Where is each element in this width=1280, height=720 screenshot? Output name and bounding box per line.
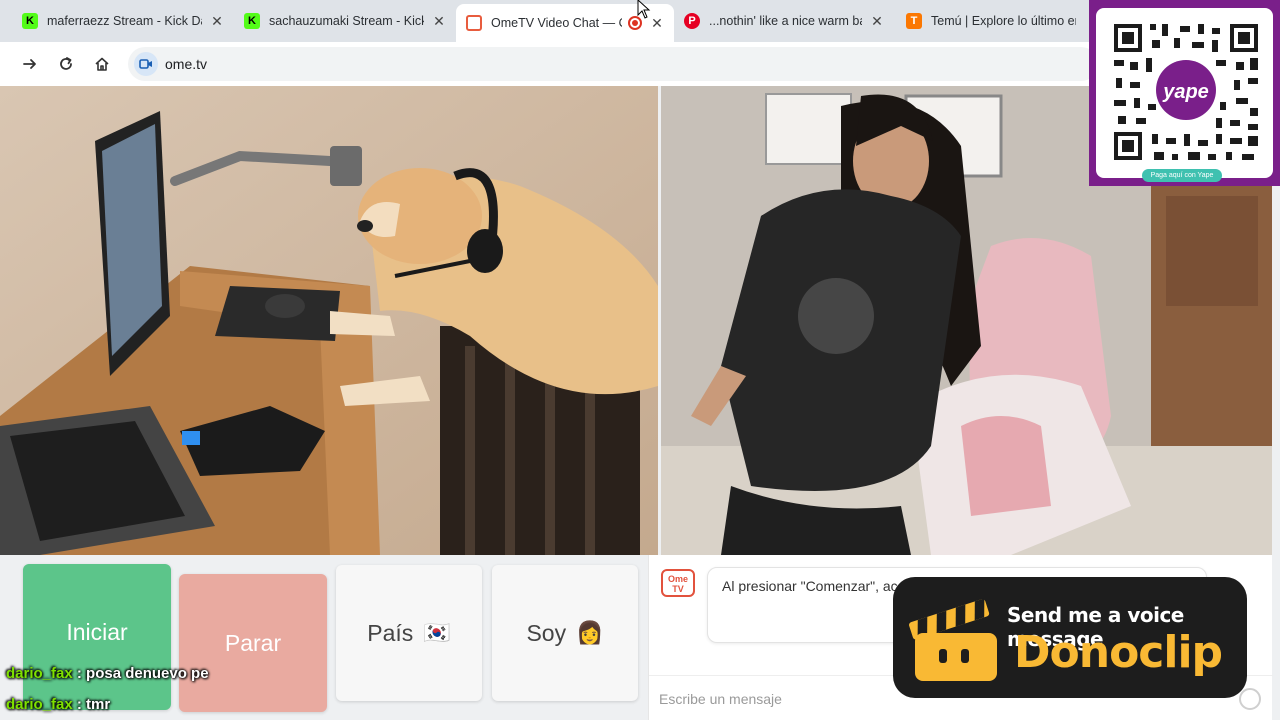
temu-icon: T (906, 13, 922, 29)
site-info-button[interactable] (134, 52, 158, 76)
chat-message-text: : tmr (72, 696, 111, 713)
ometv-icon (466, 15, 482, 31)
tab-kick-maferraezz[interactable]: K maferraezz Stream - Kick Da ✕ (12, 6, 234, 36)
browser-toolbar: ome.tv (0, 42, 1280, 86)
stream-chat-message: dario_fax : posa denuevo pe (6, 662, 209, 693)
address-bar[interactable]: ome.tv (128, 47, 1098, 81)
tab-pinterest[interactable]: P ...nothin' like a nice warm ba ✕ (674, 6, 894, 36)
country-select-button[interactable]: País 🇰🇷 (336, 565, 482, 701)
tab-kick-sachauzumaki[interactable]: K sachauzumaki Stream - Kick ✕ (234, 6, 456, 36)
close-icon[interactable]: ✕ (650, 15, 664, 32)
woman-icon: 👩 (576, 620, 604, 645)
tab-temu[interactable]: T Temú | Explore lo último en (896, 6, 1086, 36)
dog-at-computer-image (0, 86, 658, 555)
yape-logo-text: yape (1162, 81, 1209, 103)
reload-button[interactable] (54, 52, 78, 76)
forward-button[interactable] (18, 52, 42, 76)
kick-icon: K (22, 13, 38, 29)
donoclip-brand: Donoclip (1014, 627, 1223, 678)
pinterest-icon: P (684, 13, 700, 29)
mouse-cursor-icon (637, 0, 651, 19)
url-text: ome.tv (165, 56, 208, 72)
emoji-picker-icon[interactable] (1239, 688, 1261, 710)
browser-tab-bar: K maferraezz Stream - Kick Da ✕ K sachau… (0, 0, 1280, 42)
stream-chat-message: dario_fax : tmr (6, 693, 209, 720)
donoclip-overlay: Send me a voice message Donoclip (893, 577, 1247, 698)
tab-title: maferraezz Stream - Kick Da (47, 14, 202, 28)
home-button[interactable] (90, 52, 114, 76)
tab-title: Temú | Explore lo último en (931, 14, 1076, 28)
tab-title: ...nothin' like a nice warm ba (709, 14, 862, 28)
local-video (0, 86, 658, 555)
chat-username: dario_fax (6, 665, 73, 682)
tab-title: OmeTV Video Chat — O (491, 16, 622, 30)
yape-qr-overlay: yape Paga aquí con Yape (1089, 0, 1280, 186)
ometv-logo-icon: Ome TV (661, 569, 695, 597)
reload-icon (60, 57, 72, 70)
close-icon[interactable]: ✕ (870, 13, 884, 30)
qr-code-icon: yape (1114, 24, 1258, 160)
close-icon[interactable]: ✕ (432, 13, 446, 30)
arrow-right-icon (23, 59, 36, 69)
clapperboard-icon (909, 598, 997, 681)
gender-button-label: Soy (526, 619, 567, 646)
country-button-label: País (367, 619, 414, 646)
chat-username: dario_fax (6, 696, 73, 713)
close-icon[interactable]: ✕ (210, 13, 224, 30)
yape-caption: Paga aquí con Yape (1142, 169, 1222, 182)
tab-title: sachauzumaki Stream - Kick (269, 14, 424, 28)
video-camera-icon (139, 59, 152, 69)
kick-icon: K (244, 13, 260, 29)
qr-card: yape (1096, 8, 1273, 178)
stream-chat-overlay: dario_fax : posa denuevo pe dario_fax : … (6, 662, 209, 720)
chat-message-text: : posa denuevo pe (72, 665, 209, 682)
home-icon (95, 57, 109, 71)
start-button-label: Iniciar (66, 618, 128, 645)
korea-flag-icon: 🇰🇷 (423, 620, 451, 645)
gender-select-button[interactable]: Soy 👩 (492, 565, 638, 701)
stop-button-label: Parar (224, 629, 282, 656)
